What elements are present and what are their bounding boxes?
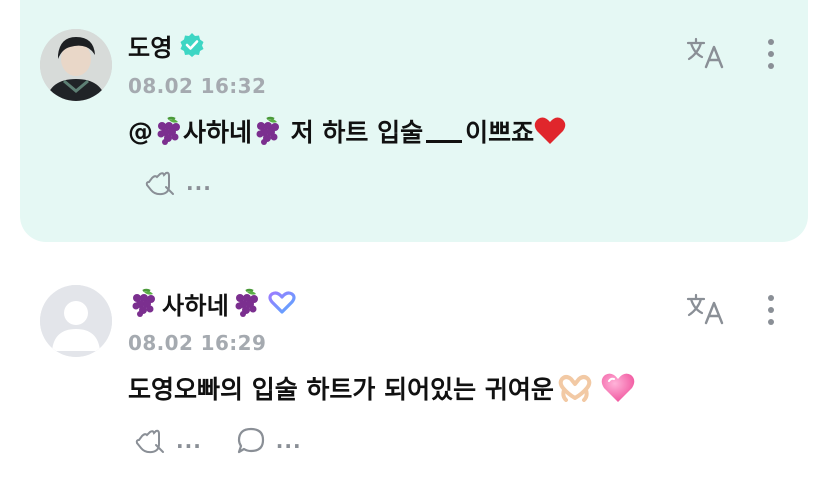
reaction-add-icon[interactable] xyxy=(142,168,176,198)
comment-actions: ... ... xyxy=(132,426,302,456)
grapes-emoji-icon xyxy=(231,288,261,318)
author-name[interactable]: 도영 xyxy=(128,28,173,63)
grapes-emoji-icon xyxy=(153,116,183,146)
more-options-icon[interactable] xyxy=(765,294,777,326)
sparkling-heart-emoji-icon xyxy=(600,371,636,405)
verified-badge-icon xyxy=(179,32,205,58)
reply-bubble-icon[interactable] xyxy=(236,426,266,456)
reaction-more[interactable]: ... xyxy=(176,429,202,453)
more-options-icon[interactable] xyxy=(765,38,777,70)
translate-icon[interactable] xyxy=(686,37,726,69)
comment-actions: ... xyxy=(142,168,212,198)
reply-more[interactable]: ... xyxy=(276,429,302,453)
mention-at[interactable]: @ xyxy=(128,117,153,146)
comment-timestamp: 08.02 16:32 xyxy=(128,74,267,98)
default-avatar-icon[interactable] xyxy=(40,285,112,357)
author-row: 도영 xyxy=(128,28,205,62)
mention-name[interactable]: 사하네 xyxy=(183,113,252,149)
grapes-emoji-icon xyxy=(128,288,158,318)
reaction-add-icon[interactable] xyxy=(132,426,166,456)
reaction-more[interactable]: ... xyxy=(186,171,212,195)
comment-timestamp: 08.02 16:29 xyxy=(128,331,267,355)
comment-body: 저 하트 입술 xyxy=(282,118,424,147)
comment-text: @ 사하네 저 하트 입술 이쁘죠 xyxy=(128,113,566,149)
red-heart-emoji-icon xyxy=(534,116,566,146)
comment-card-highlighted: 도영 08.02 16:32 @ 사하네 저 하트 입술 이쁘죠 ... xyxy=(20,0,808,242)
grapes-emoji-icon xyxy=(252,116,282,146)
membership-badge-icon xyxy=(267,290,297,316)
comment-text: 도영오빠의 입술 하트가 되어있는 귀여운 xyxy=(128,370,636,406)
comment-card: 사하네 08.02 16:29 도영오빠의 입술 하트가 되어있는 귀여운 ..… xyxy=(0,262,827,486)
heart-hands-emoji-icon xyxy=(558,374,592,402)
avatar[interactable] xyxy=(40,29,112,101)
author-name[interactable]: 사하네 xyxy=(162,286,229,321)
translate-icon[interactable] xyxy=(686,293,726,325)
comment-body-tail: 이쁘죠 xyxy=(465,118,535,147)
author-row: 사하네 xyxy=(128,286,297,320)
underscore-line xyxy=(426,139,463,143)
comment-body: 도영오빠의 입술 하트가 되어있는 귀여운 xyxy=(128,375,554,404)
